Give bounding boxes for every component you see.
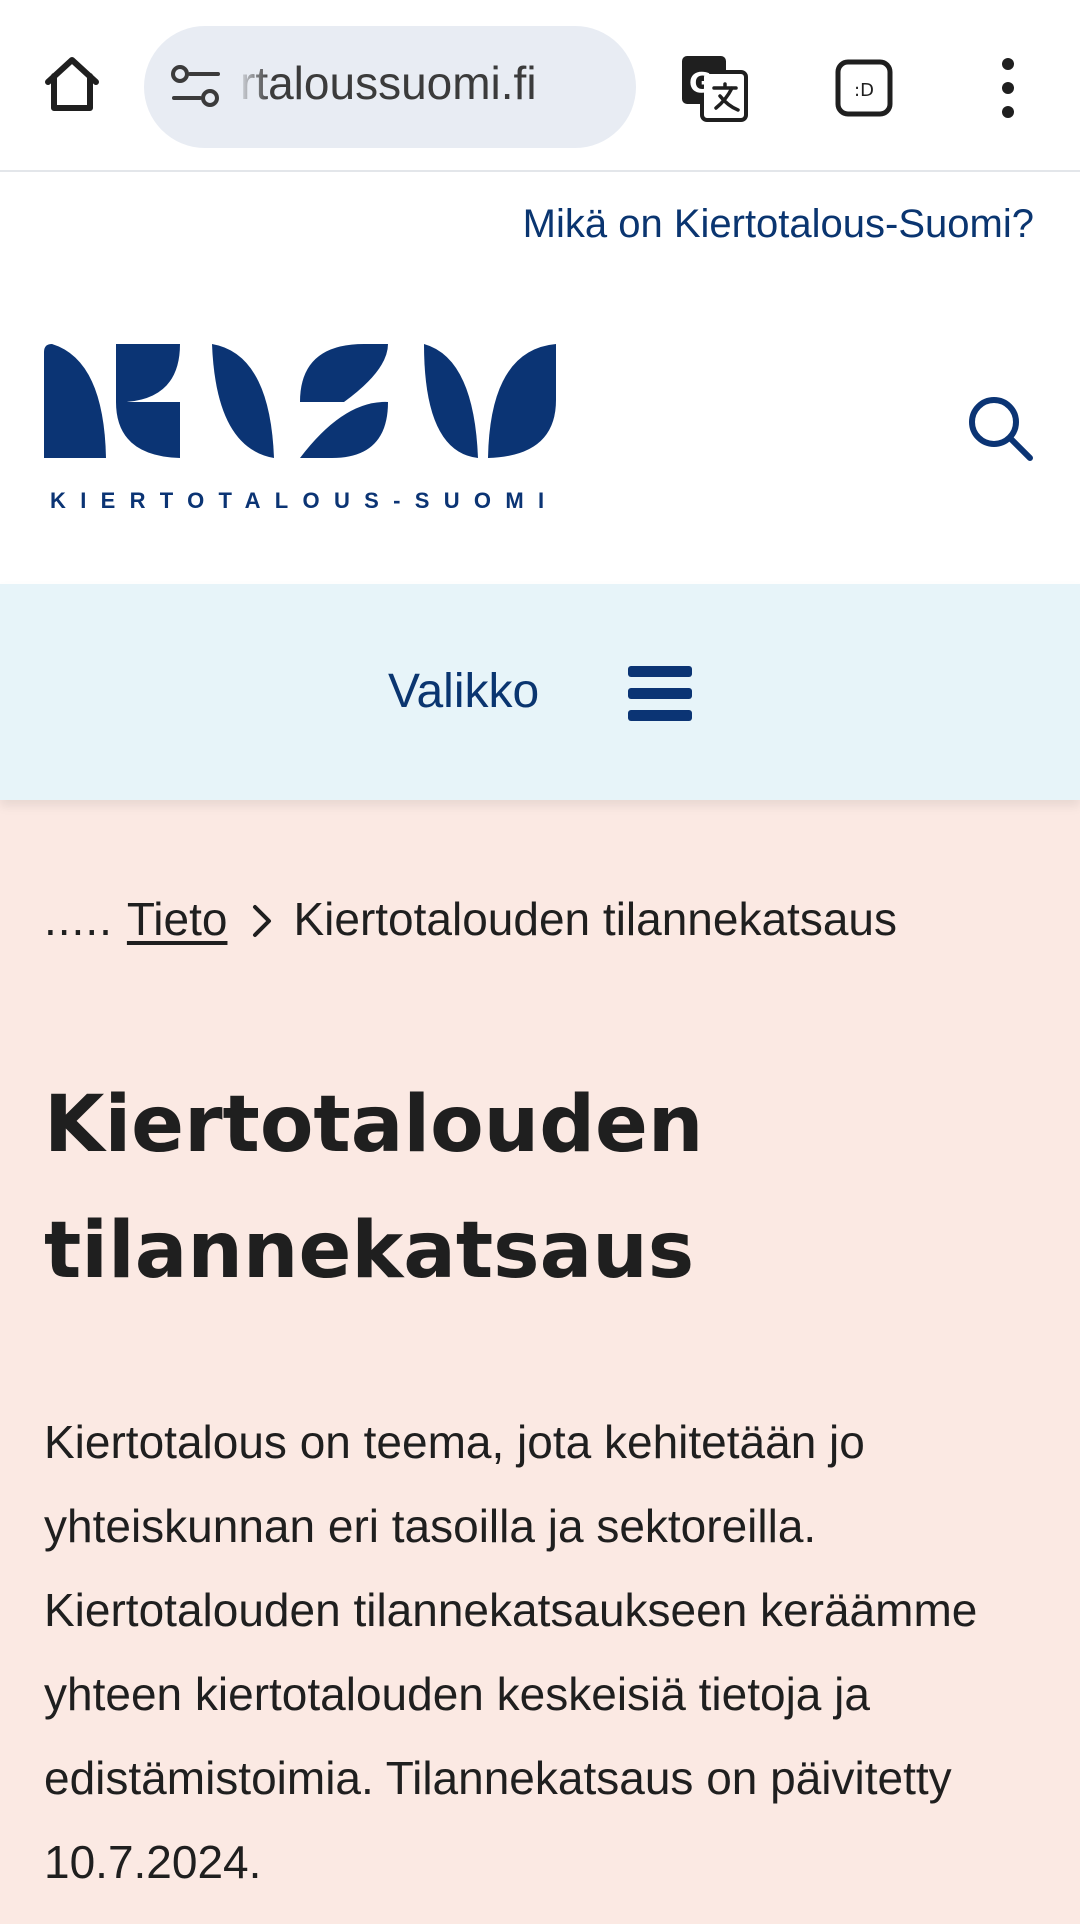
logo-wordmark: KIERTOTALOUS-SUOMI <box>50 488 559 513</box>
browser-menu-button[interactable] <box>986 52 1030 124</box>
url-fade <box>236 46 270 126</box>
home-button[interactable] <box>40 52 104 116</box>
home-icon <box>45 57 99 111</box>
svg-text:G: G <box>689 66 712 99</box>
hamburger-icon[interactable] <box>628 666 692 722</box>
browser-toolbar: rtaloussuomi.fi G :D <box>0 0 1080 172</box>
address-bar[interactable]: rtaloussuomi.fi <box>144 26 636 148</box>
page-title-line2: tilannekatsaus <box>44 1206 695 1296</box>
tab-switcher-button[interactable]: :D <box>834 58 894 118</box>
url-text: rtaloussuomi.fi <box>240 57 537 109</box>
site-header: Mikä on Kiertotalous-Suomi? KIERTOTALOUS… <box>0 172 1080 584</box>
main-nav: Valikko <box>0 584 1080 800</box>
breadcrumb-ellipsis[interactable]: ..... <box>44 892 113 946</box>
tab-switcher-icon: :D <box>835 59 893 117</box>
menu-label[interactable]: Valikko <box>388 664 539 719</box>
svg-text::D: :D <box>854 80 874 101</box>
logo-mark <box>44 344 556 458</box>
translate-button[interactable]: G <box>678 52 750 124</box>
breadcrumb: ..... Tieto Kiertotalouden tilannekatsaus <box>44 892 1044 950</box>
translate-icon: G <box>682 56 748 122</box>
breadcrumb-link-tieto[interactable]: Tieto <box>127 893 228 945</box>
search-icon <box>969 397 1033 461</box>
page-title-line1: Kiertotalouden <box>44 1080 704 1170</box>
intro-paragraph: Kiertotalous on teema, jota kehitetään j… <box>44 1416 978 1888</box>
chevron-right-icon <box>251 896 273 950</box>
search-button[interactable] <box>964 392 1036 464</box>
breadcrumb-current: Kiertotalouden tilannekatsaus <box>293 893 897 945</box>
more-vert-icon <box>1002 58 1014 118</box>
what-is-kiertotalous-link[interactable]: Mikä on Kiertotalous-Suomi? <box>523 202 1034 247</box>
site-settings-icon <box>171 65 220 107</box>
page-title: Kiertotalouden tilannekatsaus <box>44 1062 1024 1314</box>
